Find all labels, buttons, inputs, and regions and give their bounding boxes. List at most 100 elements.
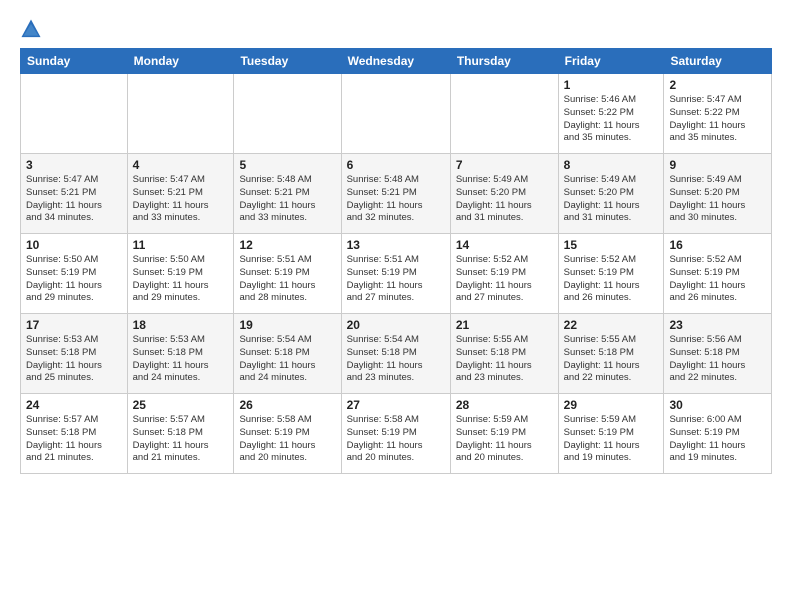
- calendar-cell: 28Sunrise: 5:59 AM Sunset: 5:19 PM Dayli…: [450, 394, 558, 474]
- cell-info: Sunrise: 5:49 AM Sunset: 5:20 PM Dayligh…: [564, 174, 659, 225]
- calendar-week-3: 10 Sunrise: 5:50 AM Sunset: 5:19 PM Dayli…: [21, 234, 772, 314]
- calendar-body: 1 Sunrise: 5:46 AM Sunset: 5:22 PM Daylig…: [21, 74, 772, 474]
- cell-date: 23: [669, 318, 766, 332]
- cell-info: Sunrise: 5:57 AM Sunset: 5:18 PM Dayligh…: [26, 414, 122, 465]
- cell-date: 5: [239, 158, 335, 172]
- cell-info: Sunrise: 5:48 AM Sunset: 5:21 PM Dayligh…: [347, 174, 445, 225]
- cell-info: Sunrise: 5:47 AM Sunset: 5:21 PM Dayligh…: [26, 174, 122, 225]
- weekday-header-tuesday: Tuesday: [234, 49, 341, 74]
- calendar-week-5: 24 Sunrise: 5:57 AM Sunset: 5:18 PM Dayli…: [21, 394, 772, 474]
- cell-date: 10: [26, 238, 122, 252]
- calendar-cell: 18 Sunrise: 5:53 AM Sunset: 5:18 PM Dayli…: [127, 314, 234, 394]
- cell-info: Sunrise: 5:49 AM Sunset: 5:20 PM Dayligh…: [669, 174, 766, 225]
- calendar-cell: [127, 74, 234, 154]
- cell-date: 26: [239, 398, 335, 412]
- cell-info: Sunrise: 5:46 AM Sunset: 5:22 PM Dayligh…: [564, 94, 659, 145]
- cell-date: 8: [564, 158, 659, 172]
- cell-date: 21: [456, 318, 553, 332]
- cell-info: Sunrise: 5:52 AM Sunset: 5:19 PM Dayligh…: [669, 254, 766, 305]
- calendar-cell: 20 Sunrise: 5:54 AM Sunset: 5:18 PM Dayli…: [341, 314, 450, 394]
- cell-info: Sunrise: 5:55 AM Sunset: 5:18 PM Dayligh…: [564, 334, 659, 385]
- calendar-table: SundayMondayTuesdayWednesdayThursdayFrid…: [20, 48, 772, 474]
- cell-info: Sunrise: 5:52 AM Sunset: 5:19 PM Dayligh…: [456, 254, 553, 305]
- cell-date: 12: [239, 238, 335, 252]
- calendar-cell: 12 Sunrise: 5:51 AM Sunset: 5:19 PM Dayli…: [234, 234, 341, 314]
- cell-info: Sunrise: 5:47 AM Sunset: 5:22 PM Dayligh…: [669, 94, 766, 145]
- cell-date: 20: [347, 318, 445, 332]
- calendar-cell: 1 Sunrise: 5:46 AM Sunset: 5:22 PM Daylig…: [558, 74, 664, 154]
- cell-info: Sunrise: 5:53 AM Sunset: 5:18 PM Dayligh…: [26, 334, 122, 385]
- calendar-cell: 26 Sunrise: 5:58 AM Sunset: 5:19 PM Dayli…: [234, 394, 341, 474]
- calendar-cell: 6 Sunrise: 5:48 AM Sunset: 5:21 PM Daylig…: [341, 154, 450, 234]
- calendar-cell: 7 Sunrise: 5:49 AM Sunset: 5:20 PM Daylig…: [450, 154, 558, 234]
- calendar-cell: 21 Sunrise: 5:55 AM Sunset: 5:18 PM Dayli…: [450, 314, 558, 394]
- cell-info: Sunrise: 5:56 AM Sunset: 5:18 PM Dayligh…: [669, 334, 766, 385]
- cell-info: Sunrise: 5:54 AM Sunset: 5:18 PM Dayligh…: [239, 334, 335, 385]
- calendar-week-4: 17 Sunrise: 5:53 AM Sunset: 5:18 PM Dayli…: [21, 314, 772, 394]
- calendar-week-1: 1 Sunrise: 5:46 AM Sunset: 5:22 PM Daylig…: [21, 74, 772, 154]
- calendar-cell: 9Sunrise: 5:49 AM Sunset: 5:20 PM Daylig…: [664, 154, 772, 234]
- calendar-cell: [21, 74, 128, 154]
- calendar-cell: 13Sunrise: 5:51 AM Sunset: 5:19 PM Dayli…: [341, 234, 450, 314]
- calendar-cell: 14 Sunrise: 5:52 AM Sunset: 5:19 PM Dayli…: [450, 234, 558, 314]
- calendar-cell: 30Sunrise: 6:00 AM Sunset: 5:19 PM Dayli…: [664, 394, 772, 474]
- calendar-cell: 16 Sunrise: 5:52 AM Sunset: 5:19 PM Dayli…: [664, 234, 772, 314]
- cell-date: 19: [239, 318, 335, 332]
- cell-info: Sunrise: 5:58 AM Sunset: 5:19 PM Dayligh…: [239, 414, 335, 465]
- cell-date: 11: [133, 238, 229, 252]
- calendar-cell: 27 Sunrise: 5:58 AM Sunset: 5:19 PM Dayli…: [341, 394, 450, 474]
- cell-date: 29: [564, 398, 659, 412]
- logo: [20, 20, 46, 40]
- cell-info: Sunrise: 5:51 AM Sunset: 5:19 PM Dayligh…: [347, 254, 445, 305]
- cell-date: 14: [456, 238, 553, 252]
- cell-date: 27: [347, 398, 445, 412]
- cell-date: 22: [564, 318, 659, 332]
- calendar-cell: 23 Sunrise: 5:56 AM Sunset: 5:18 PM Dayli…: [664, 314, 772, 394]
- cell-date: 1: [564, 78, 659, 92]
- cell-date: 7: [456, 158, 553, 172]
- cell-info: Sunrise: 5:54 AM Sunset: 5:18 PM Dayligh…: [347, 334, 445, 385]
- cell-date: 17: [26, 318, 122, 332]
- cell-info: Sunrise: 5:58 AM Sunset: 5:19 PM Dayligh…: [347, 414, 445, 465]
- calendar-cell: 4Sunrise: 5:47 AM Sunset: 5:21 PM Daylig…: [127, 154, 234, 234]
- calendar-cell: 2 Sunrise: 5:47 AM Sunset: 5:22 PM Daylig…: [664, 74, 772, 154]
- page: SundayMondayTuesdayWednesdayThursdayFrid…: [0, 0, 792, 612]
- cell-date: 6: [347, 158, 445, 172]
- cell-info: Sunrise: 5:50 AM Sunset: 5:19 PM Dayligh…: [26, 254, 122, 305]
- cell-date: 18: [133, 318, 229, 332]
- cell-info: Sunrise: 5:59 AM Sunset: 5:19 PM Dayligh…: [456, 414, 553, 465]
- cell-info: Sunrise: 5:55 AM Sunset: 5:18 PM Dayligh…: [456, 334, 553, 385]
- weekday-header-wednesday: Wednesday: [341, 49, 450, 74]
- cell-date: 2: [669, 78, 766, 92]
- cell-info: Sunrise: 5:52 AM Sunset: 5:19 PM Dayligh…: [564, 254, 659, 305]
- cell-info: Sunrise: 5:53 AM Sunset: 5:18 PM Dayligh…: [133, 334, 229, 385]
- cell-info: Sunrise: 5:57 AM Sunset: 5:18 PM Dayligh…: [133, 414, 229, 465]
- cell-info: Sunrise: 5:59 AM Sunset: 5:19 PM Dayligh…: [564, 414, 659, 465]
- cell-info: Sunrise: 6:00 AM Sunset: 5:19 PM Dayligh…: [669, 414, 766, 465]
- calendar-cell: 17 Sunrise: 5:53 AM Sunset: 5:18 PM Dayli…: [21, 314, 128, 394]
- cell-info: Sunrise: 5:49 AM Sunset: 5:20 PM Dayligh…: [456, 174, 553, 225]
- calendar-cell: 3 Sunrise: 5:47 AM Sunset: 5:21 PM Daylig…: [21, 154, 128, 234]
- calendar-cell: 25 Sunrise: 5:57 AM Sunset: 5:18 PM Dayli…: [127, 394, 234, 474]
- calendar-cell: [234, 74, 341, 154]
- calendar-cell: 24 Sunrise: 5:57 AM Sunset: 5:18 PM Dayli…: [21, 394, 128, 474]
- calendar-cell: 8 Sunrise: 5:49 AM Sunset: 5:20 PM Daylig…: [558, 154, 664, 234]
- calendar-cell: [341, 74, 450, 154]
- weekday-header-friday: Friday: [558, 49, 664, 74]
- cell-date: 25: [133, 398, 229, 412]
- weekday-header-sunday: Sunday: [21, 49, 128, 74]
- calendar-cell: 15 Sunrise: 5:52 AM Sunset: 5:19 PM Dayli…: [558, 234, 664, 314]
- cell-date: 3: [26, 158, 122, 172]
- weekday-row: SundayMondayTuesdayWednesdayThursdayFrid…: [21, 49, 772, 74]
- cell-info: Sunrise: 5:51 AM Sunset: 5:19 PM Dayligh…: [239, 254, 335, 305]
- header: [20, 16, 772, 40]
- calendar-cell: [450, 74, 558, 154]
- weekday-header-saturday: Saturday: [664, 49, 772, 74]
- calendar-cell: 10 Sunrise: 5:50 AM Sunset: 5:19 PM Dayli…: [21, 234, 128, 314]
- calendar-header: SundayMondayTuesdayWednesdayThursdayFrid…: [21, 49, 772, 74]
- cell-info: Sunrise: 5:47 AM Sunset: 5:21 PM Dayligh…: [133, 174, 229, 225]
- cell-date: 15: [564, 238, 659, 252]
- cell-date: 16: [669, 238, 766, 252]
- calendar-cell: 5Sunrise: 5:48 AM Sunset: 5:21 PM Daylig…: [234, 154, 341, 234]
- cell-date: 24: [26, 398, 122, 412]
